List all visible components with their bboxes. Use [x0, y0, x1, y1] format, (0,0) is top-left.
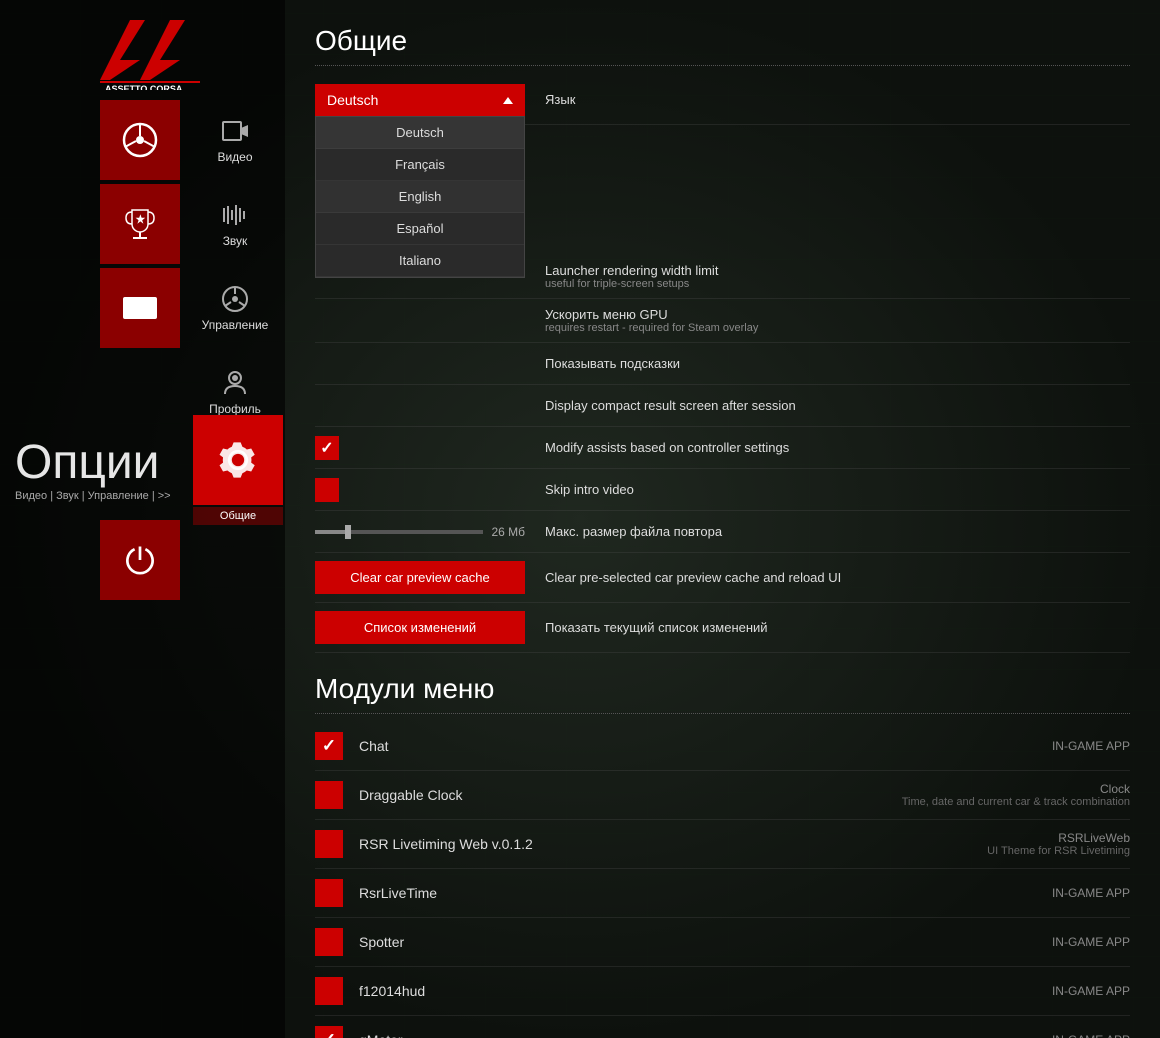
replay-size-thumb[interactable]: [345, 525, 351, 539]
module-name-rsrlivetime: RsrLiveTime: [359, 885, 1052, 901]
module-checkbox-rsrlivetime[interactable]: [315, 879, 343, 907]
dropdown-option-deutsch[interactable]: Deutsch: [316, 117, 524, 149]
setting-row-modify-assists: Modify assists based on controller setti…: [315, 427, 1130, 469]
replay-size-label: Макс. размер файла повтора: [545, 524, 1130, 539]
main-content: Общие Deutsch Deutsch Français English E…: [285, 0, 1160, 1038]
language-dropdown-menu: Deutsch Français English Español Italian…: [315, 116, 525, 278]
general-section-title: Общие: [315, 25, 1130, 66]
module-name-chat: Chat: [359, 738, 1052, 754]
sidebar-nav-sound[interactable]: Звук: [185, 184, 285, 264]
modules-section: Модули меню Chat IN-GAME APP Draggable C…: [315, 673, 1130, 1038]
module-tag-chat: IN-GAME APP: [1052, 739, 1130, 753]
module-name-rsr-livetiming: RSR Livetiming Web v.0.1.2: [359, 836, 987, 852]
options-title: Опции: [15, 435, 159, 490]
clear-cache-control: Clear car preview cache: [315, 561, 525, 594]
skip-intro-control: [315, 478, 525, 502]
module-tag-draggable-clock: Clock Time, date and current car & track…: [902, 782, 1130, 808]
dropdown-option-francais[interactable]: Français: [316, 149, 524, 181]
changelog-control: Список изменений: [315, 611, 525, 644]
dropdown-option-espanol[interactable]: Español: [316, 213, 524, 245]
language-dropdown-selected[interactable]: Deutsch: [315, 84, 525, 116]
module-tag-f12014hud: IN-GAME APP: [1052, 984, 1130, 998]
sidebar-nav-video[interactable]: Видео: [185, 100, 285, 180]
module-checkbox-rsr-livetiming[interactable]: [315, 830, 343, 858]
changelog-label: Показать текущий список изменений: [545, 620, 1130, 635]
sidebar-item-power[interactable]: [100, 520, 180, 600]
language-label: Язык: [545, 84, 1130, 107]
module-row-f12014hud: f12014hud IN-GAME APP: [315, 967, 1130, 1016]
module-checkbox-gmeter[interactable]: [315, 1026, 343, 1038]
module-name-draggable-clock: Draggable Clock: [359, 787, 902, 803]
replay-size-track[interactable]: [315, 530, 483, 534]
modules-section-title: Модули меню: [315, 673, 1130, 714]
sidebar-nav-controls[interactable]: Управление: [185, 268, 285, 348]
logo: ASSETTO CORSA: [90, 10, 210, 90]
modify-assists-checkbox[interactable]: [315, 436, 339, 460]
module-checkbox-spotter[interactable]: [315, 928, 343, 956]
module-row-gmeter: gMeter IN-GAME APP: [315, 1016, 1130, 1038]
clear-cache-label: Clear pre-selected car preview cache and…: [545, 570, 1130, 585]
module-name-gmeter: gMeter: [359, 1032, 1052, 1038]
setting-row-replay-size: 26 Мб Макс. размер файла повтора: [315, 511, 1130, 553]
module-checkbox-chat[interactable]: [315, 732, 343, 760]
module-name-spotter: Spotter: [359, 934, 1052, 950]
module-name-f12014hud: f12014hud: [359, 983, 1052, 999]
gpu-menu-label: Ускорить меню GPU requires restart - req…: [545, 307, 1130, 334]
module-row-rsrlivetime: RsrLiveTime IN-GAME APP: [315, 869, 1130, 918]
replay-size-control: 26 Мб: [315, 525, 525, 539]
setting-row-language: Deutsch Deutsch Français English Español…: [315, 76, 1130, 125]
module-row-draggable-clock: Draggable Clock Clock Time, date and cur…: [315, 771, 1130, 820]
dropdown-option-italiano[interactable]: Italiano: [316, 245, 524, 277]
clear-cache-button[interactable]: Clear car preview cache: [315, 561, 525, 594]
modify-assists-control: [315, 436, 525, 460]
module-row-chat: Chat IN-GAME APP: [315, 722, 1130, 771]
language-dropdown-container: Deutsch Deutsch Français English Español…: [315, 84, 525, 116]
sidebar-item-film[interactable]: [100, 268, 180, 348]
sidebar-nav: Видео Звук Управление Профиль: [185, 100, 285, 432]
module-checkbox-draggable-clock[interactable]: [315, 781, 343, 809]
chevron-up-icon: [503, 97, 513, 104]
module-row-spotter: Spotter IN-GAME APP: [315, 918, 1130, 967]
sidebar-item-general-active[interactable]: [193, 415, 283, 505]
setting-row-changelog: Список изменений Показать текущий список…: [315, 603, 1130, 653]
module-tag-gmeter: IN-GAME APP: [1052, 1033, 1130, 1038]
launcher-width-label: Launcher rendering width limit useful fo…: [545, 263, 1130, 290]
hints-label: Показывать подсказки: [545, 356, 1130, 371]
setting-row-skip-intro: Skip intro video: [315, 469, 1130, 511]
sidebar-item-video[interactable]: [100, 100, 180, 180]
skip-intro-checkbox[interactable]: [315, 478, 339, 502]
changelog-button[interactable]: Список изменений: [315, 611, 525, 644]
sidebar-nav-general-label: Общие: [193, 507, 283, 525]
options-breadcrumb: Видео | Звук | Управление | >>: [15, 490, 171, 502]
sidebar-icon-list: [100, 100, 180, 350]
setting-row-compact-result: Display compact result screen after sess…: [315, 385, 1130, 427]
module-tag-rsr-livetiming: RSRLiveWeb UI Theme for RSR Livetiming: [987, 831, 1130, 857]
compact-result-label: Display compact result screen after sess…: [545, 398, 1130, 413]
replay-size-fill: [315, 530, 349, 534]
modify-assists-label: Modify assists based on controller setti…: [545, 440, 1130, 455]
module-tag-spotter: IN-GAME APP: [1052, 935, 1130, 949]
svg-text:ASSETTO CORSA: ASSETTO CORSA: [105, 84, 183, 90]
module-row-rsr-livetiming: RSR Livetiming Web v.0.1.2 RSRLiveWeb UI…: [315, 820, 1130, 869]
replay-size-value: 26 Мб: [491, 525, 525, 539]
settings-area: Deutsch Deutsch Français English Español…: [315, 76, 1130, 653]
dropdown-option-english[interactable]: English: [316, 181, 524, 213]
sidebar-item-trophy[interactable]: [100, 184, 180, 264]
setting-row-gpu-menu: Ускорить меню GPU requires restart - req…: [315, 299, 1130, 343]
module-tag-rsrlivetime: IN-GAME APP: [1052, 886, 1130, 900]
setting-row-clear-cache: Clear car preview cache Clear pre-select…: [315, 553, 1130, 603]
skip-intro-label: Skip intro video: [545, 482, 1130, 497]
setting-row-hints: Показывать подсказки: [315, 343, 1130, 385]
module-checkbox-f12014hud[interactable]: [315, 977, 343, 1005]
